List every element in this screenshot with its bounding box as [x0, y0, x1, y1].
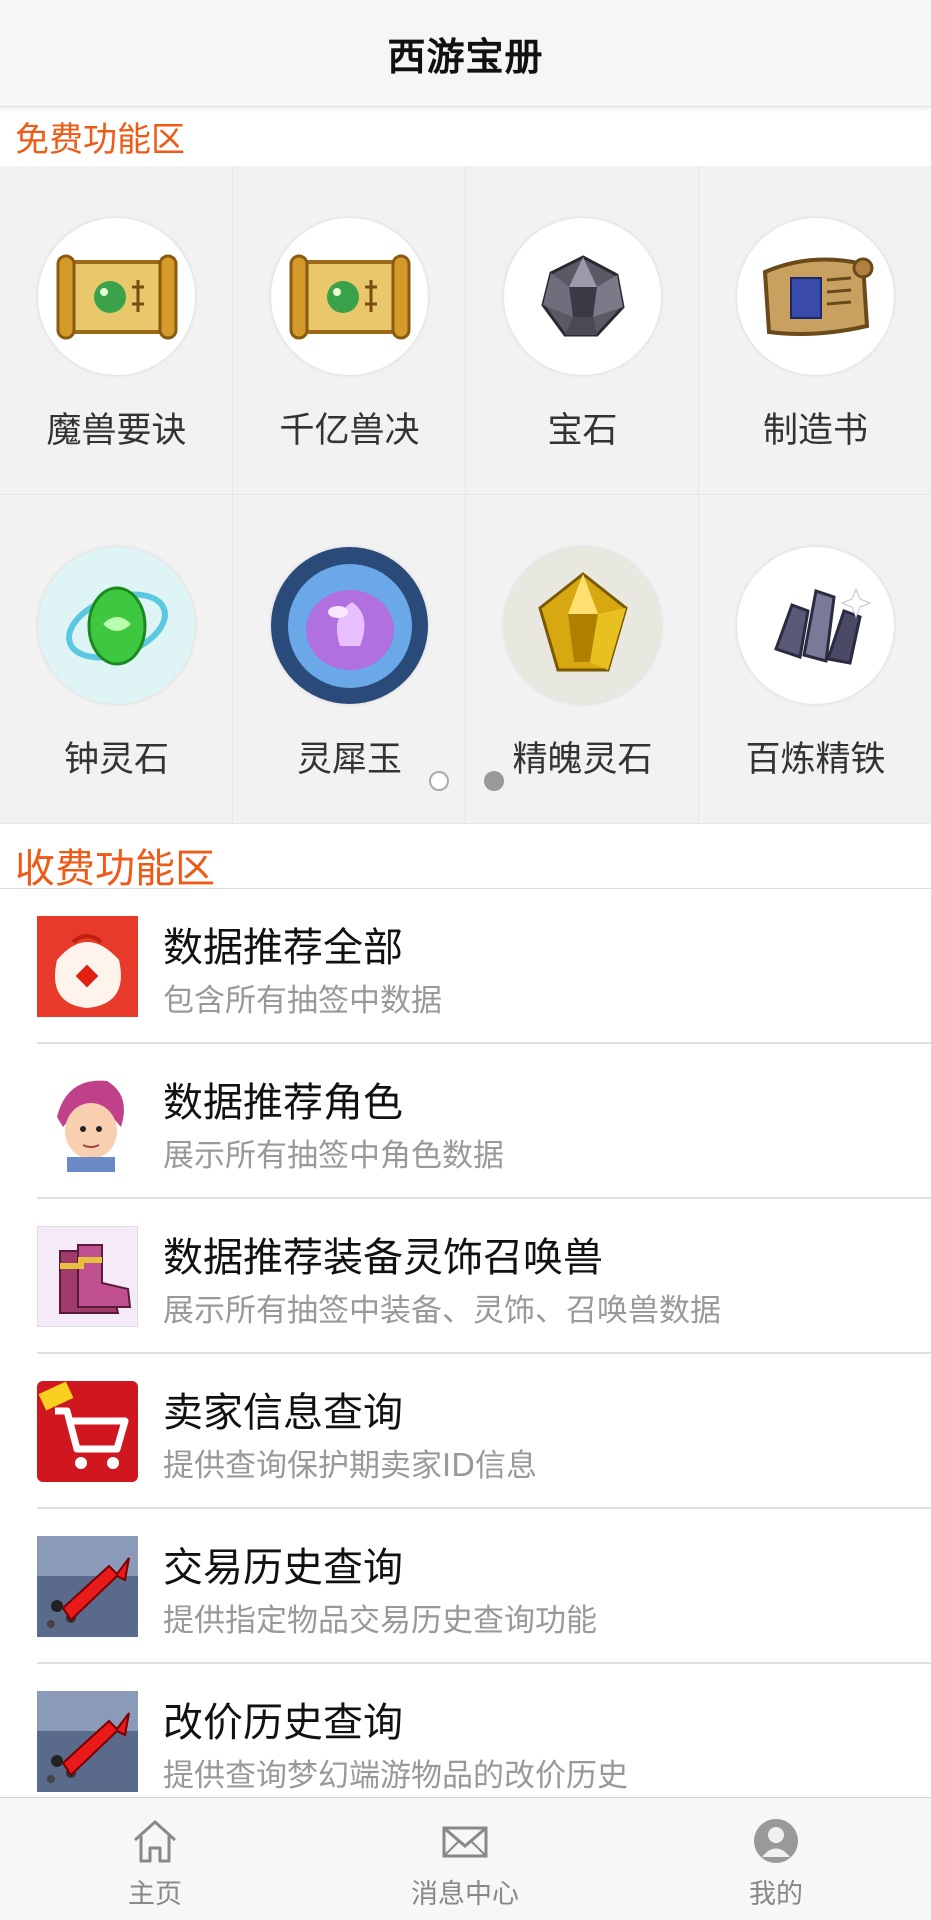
list-item-desc: 提供查询梦幻端游物品的改价历史: [163, 1758, 628, 1794]
paid-section-title: 收费功能区: [15, 846, 215, 892]
grid-item-label: 宝石: [547, 411, 618, 451]
history-icon: [37, 1536, 138, 1637]
list-item-trade-history[interactable]: 交易历史查询 提供指定物品交易历史查询功能: [0, 1509, 931, 1664]
lucky-bag-icon: [37, 916, 138, 1017]
character-icon: [37, 1071, 138, 1172]
tab-me[interactable]: 我的: [621, 1798, 931, 1920]
list-item-desc: 包含所有抽签中数据: [163, 983, 442, 1019]
pager-dot-2[interactable]: [484, 771, 504, 791]
purple-jade-icon: [271, 547, 428, 704]
user-icon: [751, 1816, 801, 1866]
tab-messages[interactable]: 消息中心: [310, 1798, 620, 1920]
tab-label: 消息中心: [411, 1879, 519, 1910]
mail-icon: [440, 1816, 490, 1866]
book-icon: [737, 218, 894, 375]
shopping-cart-icon: [37, 1381, 138, 1482]
grid-item-zhi-zao-shu[interactable]: 制造书: [699, 166, 931, 495]
grid-item-mo-shou-yao-jue[interactable]: 魔兽要诀: [0, 166, 233, 495]
green-stone-icon: [38, 547, 195, 704]
tab-label: 主页: [128, 1879, 182, 1910]
list-item-desc: 展示所有抽签中装备、灵饰、召唤兽数据: [163, 1293, 721, 1329]
list-item-desc: 提供查询保护期卖家ID信息: [163, 1448, 538, 1484]
page-title: 西游宝册: [387, 34, 544, 79]
carousel-pager: [0, 771, 931, 801]
boots-icon: [37, 1226, 138, 1327]
grid-item-label: 魔兽要诀: [46, 411, 187, 451]
scroll-icon: [271, 218, 428, 375]
grid-item-label: 千亿兽决: [279, 411, 420, 451]
bottom-tab-bar: 主页 消息中心 我的: [0, 1797, 931, 1920]
list-item-title: 数据推荐装备灵饰召唤兽: [163, 1235, 603, 1281]
list-item-title: 卖家信息查询: [163, 1390, 403, 1436]
paid-function-list: 数据推荐全部 包含所有抽签中数据 数据推荐角色 展示所有抽签中角色数据 数据推荐…: [0, 888, 931, 1819]
tab-label: 我的: [749, 1879, 803, 1910]
grid-item-qian-yi-shou-jue[interactable]: 千亿兽决: [233, 166, 466, 495]
tab-home[interactable]: 主页: [0, 1798, 310, 1920]
grid-item-bao-shi[interactable]: 宝石: [466, 166, 699, 495]
home-icon: [130, 1816, 180, 1866]
list-item-recommend-equipment[interactable]: 数据推荐装备灵饰召唤兽 展示所有抽签中装备、灵饰、召唤兽数据: [0, 1199, 931, 1354]
app-header: 西游宝册: [0, 0, 931, 107]
iron-ore-icon: [737, 547, 894, 704]
list-item-seller-info[interactable]: 卖家信息查询 提供查询保护期卖家ID信息: [0, 1354, 931, 1509]
list-item-price-change-history[interactable]: 改价历史查询 提供查询梦幻端游物品的改价历史: [0, 1664, 931, 1819]
list-item-desc: 提供指定物品交易历史查询功能: [163, 1603, 597, 1639]
yellow-stone-icon: [504, 547, 661, 704]
history-icon: [37, 1691, 138, 1792]
gem-icon: [504, 218, 661, 375]
free-section-title: 免费功能区: [15, 120, 185, 160]
list-item-recommend-all[interactable]: 数据推荐全部 包含所有抽签中数据: [0, 889, 931, 1044]
scroll-icon: [38, 218, 195, 375]
list-item-title: 改价历史查询: [163, 1700, 403, 1746]
list-item-title: 交易历史查询: [163, 1545, 403, 1591]
list-item-desc: 展示所有抽签中角色数据: [163, 1138, 504, 1174]
list-item-title: 数据推荐全部: [163, 925, 403, 971]
list-item-title: 数据推荐角色: [163, 1080, 403, 1126]
grid-item-label: 制造书: [762, 411, 868, 451]
pager-dot-1[interactable]: [429, 771, 449, 791]
list-item-recommend-character[interactable]: 数据推荐角色 展示所有抽签中角色数据: [0, 1044, 931, 1199]
free-function-grid: 魔兽要诀 千亿兽决 宝石 制造书 钟灵石 灵犀玉 精魄灵石 百炼精铁: [0, 166, 931, 824]
